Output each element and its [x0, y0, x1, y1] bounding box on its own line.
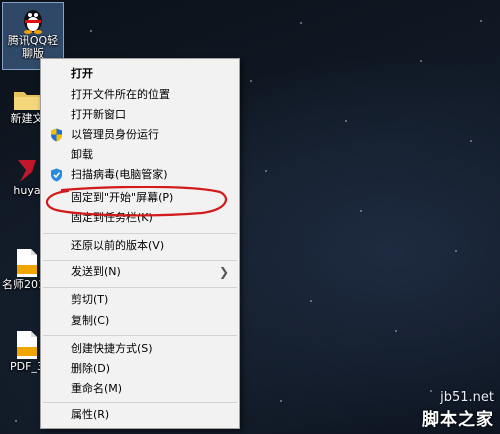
- menu-item-open[interactable]: 打开: [41, 64, 239, 84]
- menu-separator: [43, 335, 237, 336]
- menu-item-pin-to-start[interactable]: 固定到"开始"屏幕(P): [41, 188, 239, 208]
- menu-item-uninstall[interactable]: 卸载: [41, 145, 239, 165]
- menu-item-label: 以管理员身份运行: [71, 128, 159, 141]
- menu-item-open-file-location[interactable]: 打开文件所在的位置: [41, 85, 239, 105]
- menu-item-send-to[interactable]: 发送到(N) ❯: [41, 262, 239, 282]
- folder-icon: [14, 92, 40, 110]
- context-menu: 打开 打开文件所在的位置 打开新窗口 以管理员身份运行 卸载 扫描病毒(电脑管家…: [40, 58, 240, 429]
- watermark-site: jb51.net: [440, 390, 494, 405]
- chevron-right-icon: ❯: [218, 265, 229, 279]
- watermark-title: 脚本之家: [422, 410, 494, 430]
- menu-item-open-new-window[interactable]: 打开新窗口: [41, 105, 239, 125]
- qq-penguin-icon: [24, 10, 42, 34]
- menu-item-label: 发送到(N): [71, 265, 121, 278]
- menu-item-label: 卸载: [71, 148, 93, 161]
- menu-item-label: 删除(D): [71, 362, 111, 375]
- menu-item-rename[interactable]: 重命名(M): [41, 379, 239, 399]
- menu-separator: [43, 287, 237, 288]
- menu-item-create-shortcut[interactable]: 创建快捷方式(S): [41, 339, 239, 359]
- uac-shield-icon: [51, 128, 62, 142]
- menu-item-label: 固定到"开始"屏幕(P): [71, 191, 174, 204]
- menu-item-label: 打开文件所在的位置: [71, 88, 170, 101]
- watermark: jb51.net 脚本之家: [422, 390, 494, 430]
- menu-item-cut[interactable]: 剪切(T): [41, 290, 239, 310]
- menu-item-label: 重命名(M): [71, 382, 123, 395]
- menu-item-label: 打开: [71, 67, 93, 80]
- menu-item-label: 还原以前的版本(V): [71, 239, 165, 252]
- menu-item-pin-to-taskbar[interactable]: 固定到任务栏(K): [41, 208, 239, 228]
- menu-separator: [43, 233, 237, 234]
- menu-item-scan-virus[interactable]: 扫描病毒(电脑管家): [41, 165, 239, 185]
- menu-separator: [43, 260, 237, 261]
- menu-item-label: 复制(C): [71, 314, 110, 327]
- menu-item-label: 属性(R): [71, 408, 110, 421]
- menu-item-label: 打开新窗口: [71, 108, 126, 121]
- menu-item-label: 固定到任务栏(K): [71, 211, 153, 224]
- menu-item-label: 扫描病毒(电脑管家): [71, 168, 168, 181]
- menu-item-restore-previous-versions[interactable]: 还原以前的版本(V): [41, 236, 239, 256]
- menu-item-copy[interactable]: 复制(C): [41, 311, 239, 331]
- huya-icon: [18, 160, 36, 182]
- menu-item-label: 剪切(T): [71, 293, 109, 306]
- menu-item-run-as-admin[interactable]: 以管理员身份运行: [41, 125, 239, 145]
- menu-item-delete[interactable]: 删除(D): [41, 359, 239, 379]
- menu-item-properties[interactable]: 属性(R): [41, 405, 239, 425]
- tencent-pc-manager-icon: [51, 168, 62, 182]
- desktop-icon-label: 腾讯QQ轻聊版: [7, 34, 59, 60]
- pdf-icon: [17, 249, 37, 277]
- menu-separator: [43, 402, 237, 403]
- pdf-icon: [17, 331, 37, 359]
- menu-item-label: 创建快捷方式(S): [71, 342, 153, 355]
